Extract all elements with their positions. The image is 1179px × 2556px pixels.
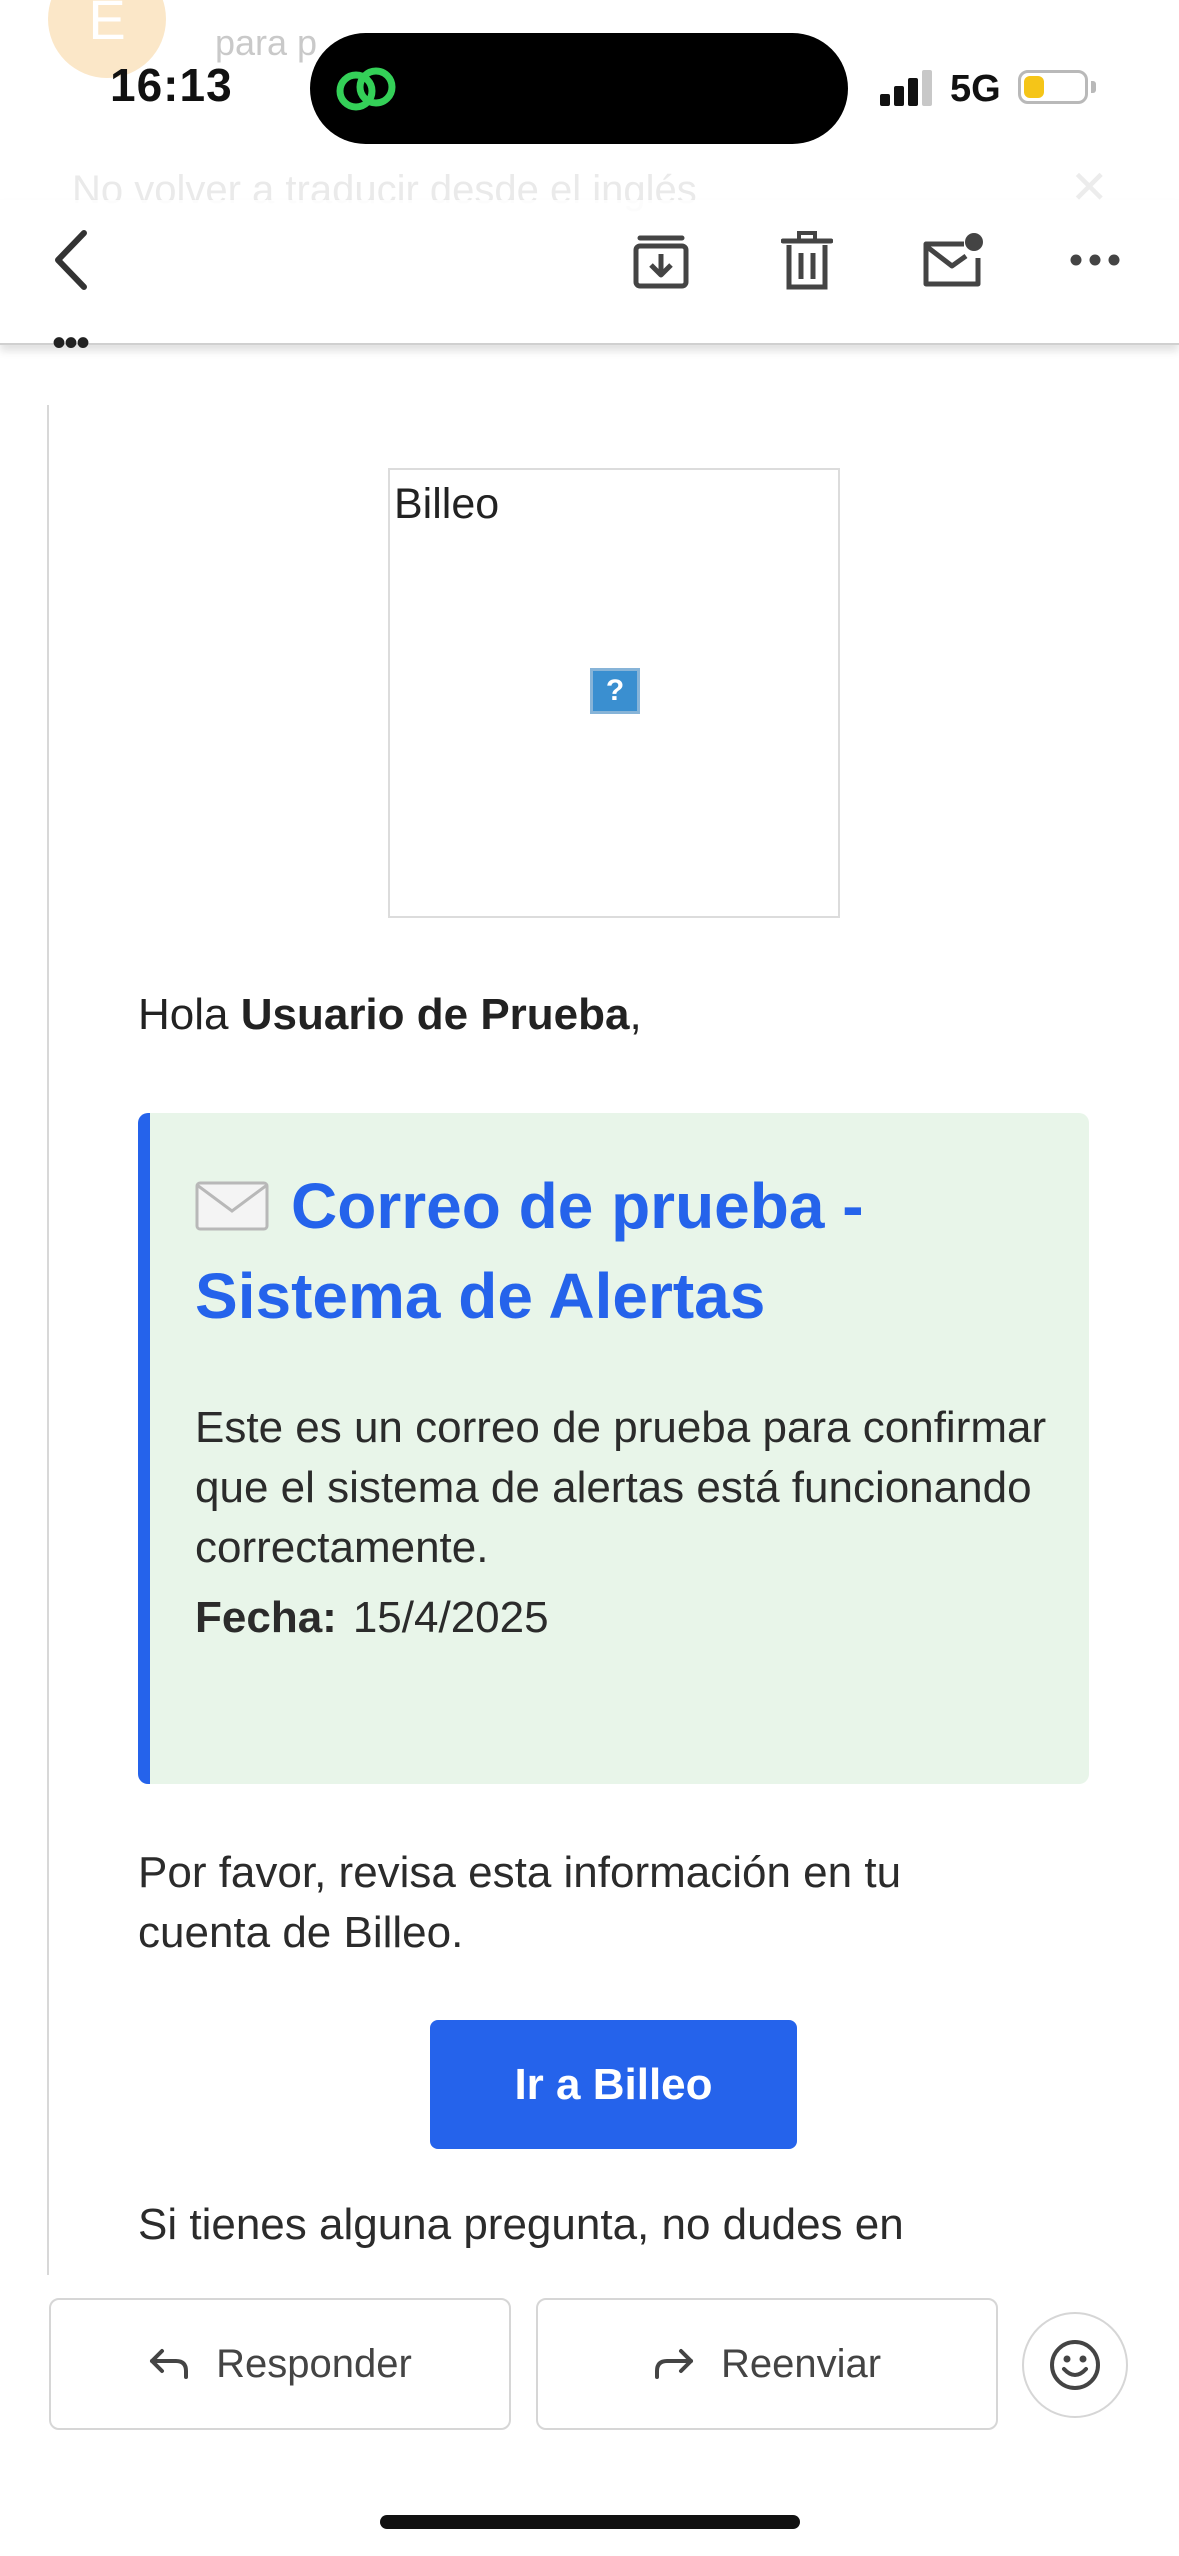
alert-date-value: 15/4/2025 [352, 1593, 549, 1642]
alert-title-text: Correo de prueba - Sistema de Alertas [195, 1170, 864, 1332]
question-text: Si tienes alguna pregunta, no dudes en [138, 2200, 904, 2249]
greeting-prefix: Hola [138, 990, 241, 1039]
brand-logo-image: Billeo ? [388, 468, 840, 918]
back-icon [55, 230, 87, 290]
delete-button[interactable] [772, 230, 842, 292]
forward-label: Reenviar [720, 2341, 882, 2386]
back-button[interactable] [40, 225, 100, 295]
review-text: Por favor, revisa esta información en tu… [138, 1848, 902, 1957]
reply-icon [150, 2349, 189, 2379]
broken-image-icon: ? [590, 668, 640, 714]
alert-card: Correo de prueba - Sistema de Alertas Es… [138, 1113, 1089, 1784]
greeting: Hola Usuario de Prueba, [138, 990, 642, 1040]
network-type: 5G [950, 68, 1001, 110]
forward-button[interactable]: Reenviar [536, 2298, 998, 2430]
email-body: Billeo ? Hola Usuario de Prueba, Correo … [0, 350, 1179, 2275]
go-to-billeo-button[interactable]: Ir a Billeo [430, 2020, 797, 2149]
forward-icon [654, 2349, 693, 2379]
battery-tip [1091, 81, 1096, 93]
alert-date: Fecha: 15/4/2025 [195, 1593, 549, 1643]
archive-icon [633, 235, 689, 289]
mark-unread-icon [923, 233, 983, 287]
greeting-suffix: , [629, 990, 642, 1039]
more-options-button[interactable] [1060, 230, 1130, 290]
signal-icon [880, 68, 934, 106]
link-icon [336, 67, 396, 111]
emoji-reaction-button[interactable] [1022, 2312, 1128, 2418]
status-time: 16:13 [110, 59, 233, 111]
reply-label: Responder [216, 2341, 412, 2386]
alert-title: Correo de prueba - Sistema de Alertas [195, 1161, 1055, 1341]
reply-button[interactable]: Responder [49, 2298, 511, 2430]
mark-unread-button[interactable] [915, 225, 991, 295]
battery-level [1024, 76, 1044, 98]
email-toolbar [0, 200, 1179, 345]
dynamic-island [310, 33, 848, 144]
battery-icon [1018, 70, 1088, 104]
more-icon [1070, 254, 1120, 266]
archive-button[interactable] [626, 230, 696, 292]
logo-alt-text: Billeo [394, 480, 500, 528]
alert-date-label: Fecha: [195, 1593, 337, 1642]
trash-icon [781, 231, 833, 290]
alert-body: Este es un correo de prueba para confirm… [195, 1403, 1047, 1572]
envelope-icon [195, 1181, 269, 1231]
home-indicator [380, 2515, 800, 2529]
greeting-name: Usuario de Prueba [240, 990, 630, 1039]
emoji-icon [1050, 2340, 1100, 2390]
